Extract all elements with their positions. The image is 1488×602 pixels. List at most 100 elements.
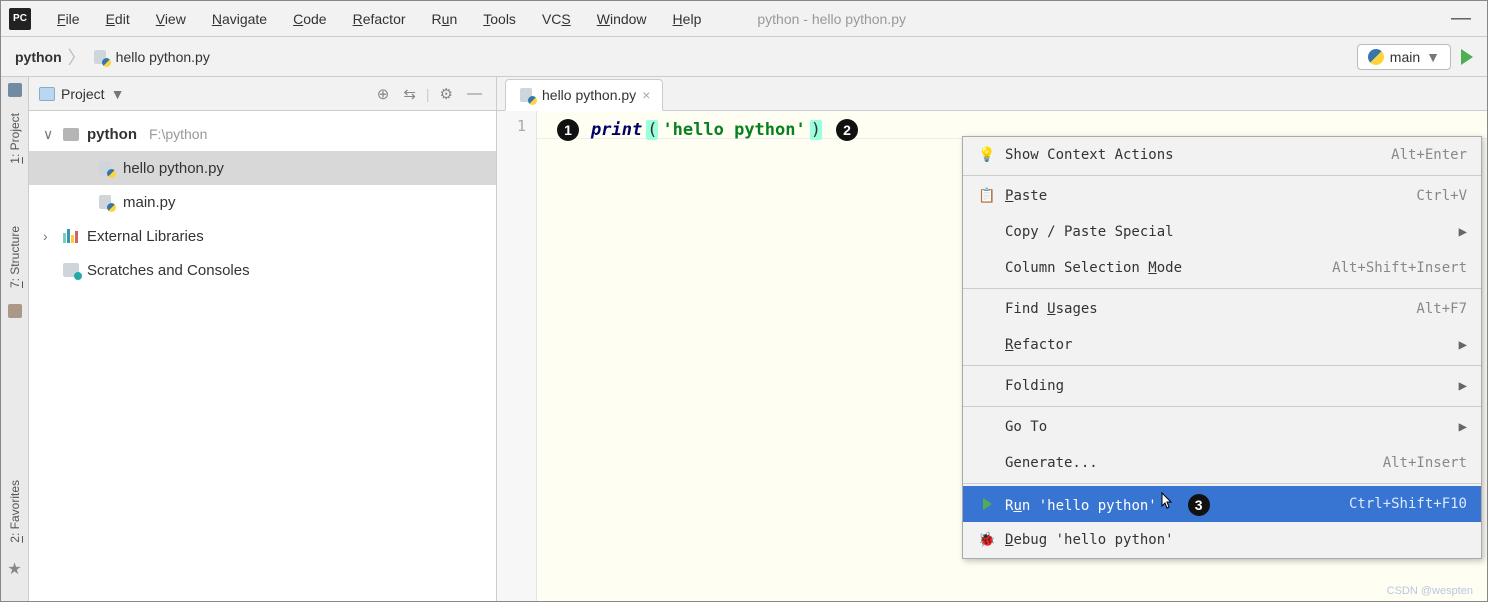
breadcrumb-file[interactable]: hello python.py xyxy=(116,49,210,65)
project-toolwindow-icon[interactable] xyxy=(8,83,22,97)
sort-icon[interactable]: ⇆ xyxy=(399,85,420,103)
expand-icon[interactable]: ∨ xyxy=(43,126,55,143)
cursor-icon xyxy=(1161,492,1175,514)
project-tree: ∨ python F:\python hello python.py main.… xyxy=(29,111,496,293)
minimize-button[interactable]: — xyxy=(1451,7,1471,30)
project-view-icon xyxy=(39,87,55,101)
root-name: python xyxy=(87,126,137,143)
chevron-right-icon: 〉 xyxy=(68,44,86,70)
ctx-separator xyxy=(963,365,1481,366)
tab-favorites[interactable]: 2: Favorites xyxy=(6,476,24,547)
ctx-label: Paste xyxy=(1005,188,1416,204)
root-path: F:\python xyxy=(149,126,207,142)
close-tab-icon[interactable]: × xyxy=(642,87,650,103)
ctx-show-context-actions[interactable]: 💡 Show Context Actions Alt+Enter xyxy=(963,137,1481,173)
ctx-refactor[interactable]: Refactor ▶ xyxy=(963,327,1481,363)
project-tool-window: Project ▼ ⊕ ⇆ | — ∨ python F:\python hel… xyxy=(29,77,497,601)
python-logo-icon xyxy=(1368,49,1384,65)
project-panel-title: Project xyxy=(61,86,105,102)
ctx-column-selection-mode[interactable]: Column Selection Mode Alt+Shift+Insert xyxy=(963,250,1481,286)
tree-file[interactable]: hello python.py xyxy=(29,151,496,185)
ctx-shortcut: Alt+Insert xyxy=(1383,455,1467,471)
ctx-label: Find Usages xyxy=(1005,301,1416,317)
bug-icon: 🐞 xyxy=(977,532,997,548)
menu-view[interactable]: View xyxy=(146,9,196,29)
editor-tab[interactable]: hello python.py × xyxy=(505,79,663,111)
tree-file[interactable]: main.py xyxy=(29,185,496,219)
ctx-separator xyxy=(963,406,1481,407)
paste-icon: 📋 xyxy=(977,188,997,204)
navigation-toolbar: python 〉 hello python.py main ▼ xyxy=(1,37,1487,77)
editor-tabs: hello python.py × xyxy=(497,77,1487,111)
tree-root[interactable]: ∨ python F:\python xyxy=(29,117,496,151)
python-file-icon xyxy=(92,48,110,66)
code-area[interactable]: 1 print('hello python') 2 💡 Show Context… xyxy=(537,111,1487,601)
run-config-dropdown[interactable]: main ▼ xyxy=(1357,44,1451,70)
menu-window[interactable]: Window xyxy=(587,9,657,29)
ctx-separator xyxy=(963,175,1481,176)
structure-toolwindow-icon[interactable] xyxy=(8,304,22,318)
callout-1: 1 xyxy=(557,119,579,141)
library-icon xyxy=(63,229,79,243)
ctx-shortcut: Alt+Shift+Insert xyxy=(1332,260,1467,276)
ctx-debug-hello-python[interactable]: 🐞 Debug 'hello python' xyxy=(963,522,1481,558)
run-button[interactable] xyxy=(1461,49,1473,65)
tab-project[interactable]: 1: Project xyxy=(6,109,24,168)
menu-file[interactable]: File xyxy=(47,9,90,29)
ctx-find-usages[interactable]: Find Usages Alt+F7 xyxy=(963,291,1481,327)
ctx-label: Go To xyxy=(1005,419,1459,435)
caret-down-icon: ▼ xyxy=(1426,49,1440,65)
ctx-separator xyxy=(963,483,1481,484)
menu-code[interactable]: Code xyxy=(283,9,336,29)
tab-structure[interactable]: 7: Structure xyxy=(6,222,24,292)
target-icon[interactable]: ⊕ xyxy=(373,85,394,103)
left-tool-rail: 1: Project 7: Structure 2: Favorites ★ xyxy=(1,77,29,601)
ctx-label: Copy / Paste Special xyxy=(1005,224,1459,240)
code-token-paren: ( xyxy=(646,120,658,140)
star-icon[interactable]: ★ xyxy=(7,559,21,579)
submenu-arrow-icon: ▶ xyxy=(1459,378,1467,394)
external-libraries-label: External Libraries xyxy=(87,228,204,245)
editor-body[interactable]: 1 1 print('hello python') 2 💡 Show Conte… xyxy=(497,111,1487,601)
menu-help[interactable]: Help xyxy=(663,9,712,29)
bulb-icon: 💡 xyxy=(977,147,997,163)
ctx-copy-paste-special[interactable]: Copy / Paste Special ▶ xyxy=(963,214,1481,250)
ctx-paste[interactable]: 📋 Paste Ctrl+V xyxy=(963,178,1481,214)
menu-refactor[interactable]: Refactor xyxy=(343,9,416,29)
caret-down-icon[interactable]: ▼ xyxy=(111,86,125,102)
ctx-label: Debug 'hello python' xyxy=(1005,532,1467,548)
ctx-run-hello-python[interactable]: Run 'hello python' 3 Ctrl+Shift+F10 xyxy=(963,486,1481,522)
hide-icon[interactable]: — xyxy=(463,85,486,102)
ctx-label: Folding xyxy=(1005,378,1459,394)
menu-tools[interactable]: Tools xyxy=(473,9,526,29)
ctx-generate[interactable]: Generate... Alt+Insert xyxy=(963,445,1481,481)
menu-vcs[interactable]: VCS xyxy=(532,9,581,29)
ctx-shortcut: Ctrl+V xyxy=(1416,188,1467,204)
ctx-go-to[interactable]: Go To ▶ xyxy=(963,409,1481,445)
ctx-label: Column Selection Mode xyxy=(1005,260,1332,276)
breadcrumb-root[interactable]: python xyxy=(15,49,62,65)
menubar: PC File Edit View Navigate Code Refactor… xyxy=(1,1,1487,37)
tree-external-libraries[interactable]: › External Libraries xyxy=(29,219,496,253)
file-name: hello python.py xyxy=(123,160,224,177)
run-arrow-icon xyxy=(977,498,997,510)
submenu-arrow-icon: ▶ xyxy=(1459,337,1467,353)
gear-icon[interactable] xyxy=(436,85,457,103)
ctx-shortcut: Alt+Enter xyxy=(1391,147,1467,163)
editor-context-menu: 💡 Show Context Actions Alt+Enter 📋 Paste… xyxy=(962,136,1482,559)
menu-edit[interactable]: Edit xyxy=(96,9,140,29)
expand-icon[interactable]: › xyxy=(43,228,55,244)
run-config-name: main xyxy=(1390,49,1420,65)
ctx-folding[interactable]: Folding ▶ xyxy=(963,368,1481,404)
python-file-icon xyxy=(97,159,115,177)
submenu-arrow-icon: ▶ xyxy=(1459,224,1467,240)
python-file-icon xyxy=(97,193,115,211)
menu-run[interactable]: Run xyxy=(422,9,468,29)
app-logo: PC xyxy=(9,8,31,30)
callout-3: 3 xyxy=(1188,494,1210,516)
menu-navigate[interactable]: Navigate xyxy=(202,9,277,29)
tree-scratches[interactable]: Scratches and Consoles xyxy=(29,253,496,287)
line-number: 1 xyxy=(497,117,526,135)
watermark: CSDN @wespten xyxy=(1387,585,1473,597)
ctx-label: Refactor xyxy=(1005,337,1459,353)
